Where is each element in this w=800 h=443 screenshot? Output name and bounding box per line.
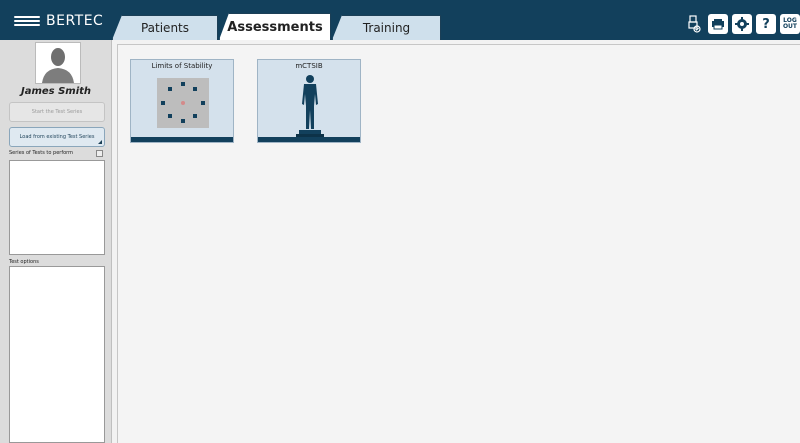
help-icon[interactable]: ?	[756, 14, 776, 34]
logo-stripes-icon	[14, 16, 40, 26]
brand-name: BERTEC	[46, 13, 104, 29]
assessment-title: Limits of Stability	[151, 62, 213, 70]
tab-assessments[interactable]: Assessments	[219, 13, 331, 40]
person-silhouette-icon	[42, 48, 74, 83]
load-test-series-button[interactable]: Load from existing Test Series	[9, 127, 105, 147]
avatar	[35, 42, 81, 84]
tab-training[interactable]: Training	[332, 15, 441, 40]
card-footer-bar	[258, 137, 360, 142]
series-of-tests-label: Series of Tests to perform	[9, 150, 73, 156]
load-test-series-label: Load from existing Test Series	[19, 134, 95, 140]
printer-icon[interactable]	[708, 14, 728, 34]
list-options-icon[interactable]	[96, 150, 103, 157]
assessment-card-limits-of-stability[interactable]: Limits of Stability	[130, 59, 234, 143]
toolbar-icons: ? LOG OUT	[680, 13, 800, 35]
bertec-logo: BERTEC	[14, 11, 103, 31]
usb-device-icon[interactable]	[684, 14, 704, 34]
series-of-tests-list[interactable]	[9, 160, 105, 255]
assessments-panel: Limits of Stability mCTSIB	[117, 44, 800, 443]
assessment-card-mctsib[interactable]: mCTSIB	[257, 59, 361, 143]
patient-name: James Smith	[20, 86, 92, 97]
top-bar: BERTEC Patients Assessments Training ? L…	[0, 0, 800, 40]
test-options-label: Test options	[9, 259, 39, 265]
patient-sidebar: James Smith Start the Test Series Load f…	[0, 40, 112, 443]
tab-patients[interactable]: Patients	[112, 15, 218, 40]
logout-button[interactable]: LOG OUT	[780, 14, 800, 34]
assessment-title: mCTSIB	[295, 62, 323, 70]
logout-label-line2: OUT	[782, 23, 798, 30]
corner-arrow-icon	[98, 140, 102, 144]
limits-of-stability-target-icon	[157, 78, 209, 128]
test-options-panel[interactable]	[9, 266, 105, 443]
start-test-series-button[interactable]: Start the Test Series	[9, 102, 105, 122]
settings-icon[interactable]	[732, 14, 752, 34]
standing-person-icon	[296, 75, 324, 138]
card-footer-bar	[131, 137, 233, 142]
